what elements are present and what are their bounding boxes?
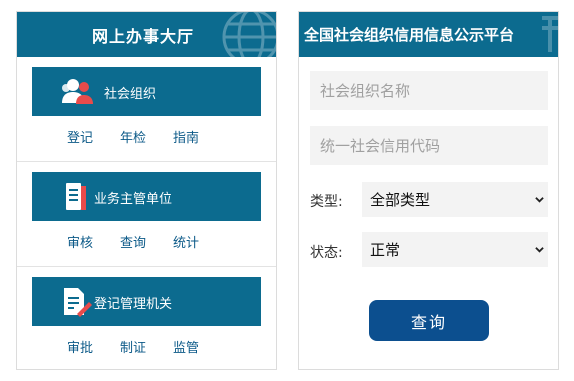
status-select[interactable]: 正常 (362, 232, 548, 267)
section-supervising-unit: 业务主管单位 审核 查询 统计 (17, 162, 276, 267)
type-select[interactable]: 全部类型 (362, 182, 548, 217)
link-certificate[interactable]: 制证 (120, 337, 146, 356)
link-review[interactable]: 审核 (67, 232, 93, 251)
social-organization-banner[interactable]: 社会组织 (32, 67, 261, 116)
status-label: 状态: (310, 245, 343, 261)
link-guide[interactable]: 指南 (173, 127, 199, 146)
section-social-organization: 社会组织 登记 年检 指南 (17, 57, 276, 162)
document-icon (66, 183, 86, 210)
section-registration-authority: 登记管理机关 审批 制证 监管 (17, 267, 276, 369)
people-icon (62, 79, 93, 104)
supervising-unit-banner[interactable]: 业务主管单位 (32, 172, 261, 221)
link-register[interactable]: 登记 (67, 127, 93, 146)
credit-code-input[interactable] (310, 126, 548, 165)
header-decoration-icon (542, 16, 558, 52)
service-hall-title: 网上办事大厅 (92, 27, 195, 46)
link-statistics[interactable]: 统计 (173, 232, 199, 251)
organization-name-input[interactable] (310, 71, 548, 110)
credit-info-platform-panel: 全国社会组织信用信息公示平台 类型: 全部类型 状态: 正常 查询 (298, 11, 559, 370)
supervising-unit-label: 业务主管单位 (94, 192, 173, 207)
link-supervision[interactable]: 监管 (173, 337, 199, 356)
registration-authority-label: 登记管理机关 (94, 297, 173, 312)
type-label: 类型: (310, 194, 343, 210)
edit-document-icon (64, 288, 92, 317)
search-button[interactable]: 查询 (369, 300, 489, 341)
online-service-hall-panel: 网上办事大厅 社会组织 登记 年检 指南 业务主管单位 审核 查询 统计 登记管… (16, 11, 277, 370)
link-annual-inspection[interactable]: 年检 (120, 127, 146, 146)
social-organization-label: 社会组织 (104, 87, 157, 102)
link-approval[interactable]: 审批 (67, 337, 93, 356)
credit-platform-title: 全国社会组织信用信息公示平台 (304, 26, 515, 44)
link-query[interactable]: 查询 (120, 232, 146, 251)
registration-authority-banner[interactable]: 登记管理机关 (32, 277, 261, 326)
credit-platform-header: 全国社会组织信用信息公示平台 (299, 12, 558, 57)
service-hall-header: 网上办事大厅 (17, 12, 276, 57)
globe-icon (222, 12, 276, 57)
